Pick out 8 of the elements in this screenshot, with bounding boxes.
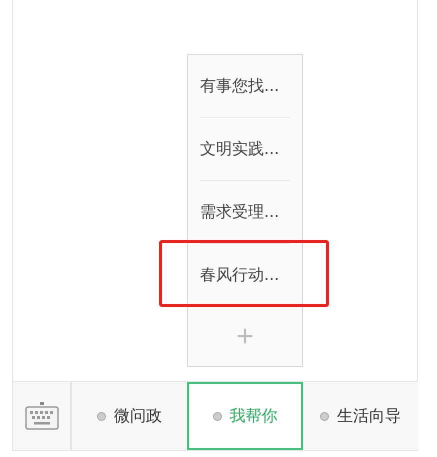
submenu-item[interactable]: 文明实践... — [200, 138, 280, 160]
keyboard-icon — [24, 401, 58, 431]
submenu-item[interactable]: 有事您找... — [200, 76, 280, 96]
submenu-item[interactable]: 春风行动... — [200, 264, 280, 286]
submenu-item[interactable]: 需求受理... — [200, 202, 280, 222]
dot-icon — [97, 412, 106, 420]
dot-icon — [212, 412, 222, 420]
dot-icon — [320, 412, 329, 420]
